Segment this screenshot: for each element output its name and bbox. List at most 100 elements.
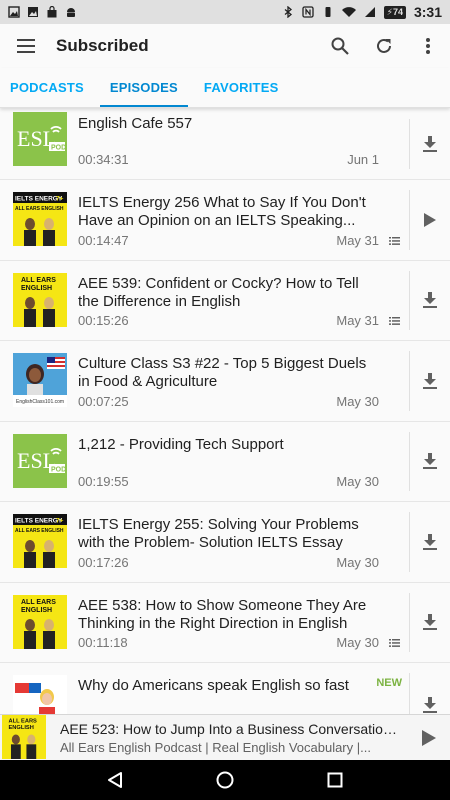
svg-text:ALL EARS ENGLISH: ALL EARS ENGLISH [15,528,64,534]
play-button[interactable] [418,208,442,232]
download-button[interactable] [418,132,442,156]
list-item[interactable]: IELTS ENERGY 7+ ALL EARS ENGLISH IELTS Ene… [0,502,450,583]
download-icon [423,614,437,631]
download-icon [423,697,437,713]
podcast-artwork [13,675,67,714]
episode-date: May 30 [336,393,379,409]
svg-text:ALL EARS ENGLISH: ALL EARS ENGLISH [15,206,64,212]
back-icon [108,772,122,788]
playlist-icon [389,317,400,325]
image-icon [8,6,20,18]
episode-duration: 00:34:31 [78,152,129,167]
divider [409,512,410,572]
tab-podcasts[interactable]: PODCASTS [0,68,94,107]
svg-text:7+: 7+ [56,518,64,525]
battery-level: 74 [392,7,403,17]
svg-text:ALL EARS: ALL EARS [21,599,56,606]
list-item[interactable]: ALL EARS ENGLISH AEE 539: Confident or Co… [0,261,450,341]
podcast-artwork: ALL EARS ENGLISH [13,594,67,649]
back-button[interactable] [95,760,135,800]
divider [409,431,410,491]
recents-button[interactable] [315,760,355,800]
episode-duration: 00:19:55 [78,474,129,489]
download-icon [423,136,437,152]
podcast-artwork: IELTS ENERGY 7+ ALL EARS ENGLISH [13,514,67,568]
tab-bar: PODCASTS EPISODES FAVORITES [0,68,450,108]
home-button[interactable] [205,760,245,800]
search-button[interactable] [328,34,352,58]
podcast-artwork: ALL EARS ENGLISH [13,272,67,327]
playlist-icon [389,236,400,245]
svg-text:ENGLISH: ENGLISH [9,725,34,731]
episode-date: May 30 [336,635,379,650]
episode-duration: 00:07:25 [78,393,129,409]
tab-favorites[interactable]: FAVORITES [194,68,289,107]
divider [409,270,410,330]
download-button[interactable] [418,610,442,634]
episode-date: May 31 [336,232,379,248]
list-item[interactable]: ESL POD English Cafe 557 00:34:31 Jun 1 [0,109,450,180]
podcast-artwork: IELTS ENERGY 7+ ALL EARS ENGLISH [13,192,67,246]
episode-title: Culture Class S3 #22 - Top 5 Biggest Due… [78,355,367,390]
more-vert-icon [426,38,430,54]
nfc-icon [301,6,314,18]
now-playing-artwork: ALL EARS ENGLISH [2,715,46,759]
search-icon [331,37,349,55]
now-playing-title: AEE 523: How to Jump Into a Business Con… [60,721,400,737]
refresh-icon [377,38,391,53]
list-item[interactable]: EnglishClass101.com Culture Class S3 #22… [0,341,450,422]
wifi-icon [341,7,356,17]
play-icon [424,212,436,227]
shopping-bag-icon [47,6,57,18]
episode-title: English Cafe 557 [78,115,193,132]
podcast-artwork: ESL POD [13,433,67,488]
refresh-button[interactable] [372,34,396,58]
app-bar: Subscribed [0,24,450,68]
new-badge: NEW [376,677,402,689]
list-item[interactable]: ALL EARS ENGLISH AEE 538: How to Show Som… [0,583,450,663]
divider [409,673,410,714]
svg-text:EnglishClass101.com: EnglishClass101.com [16,399,64,405]
episode-date: May 30 [336,474,379,489]
episode-duration: 00:17:26 [78,554,129,570]
page-title: Subscribed [56,36,149,55]
episode-title: IELTS Energy 255: Solving Your Problems … [78,516,359,551]
system-navigation-bar [0,760,450,800]
image-icon [28,7,38,17]
episode-title: AEE 539: Confident or Cocky? How to Tell… [78,274,359,310]
episode-date: Jun 1 [347,152,379,167]
list-item[interactable]: Why do Americans speak English so fast N… [0,663,450,714]
episode-duration: 00:15:26 [78,313,129,328]
menu-button[interactable] [14,34,38,58]
more-options-button[interactable] [416,34,440,58]
divider [409,592,410,652]
download-button[interactable] [418,693,442,714]
android-icon [67,8,75,17]
episode-title: 1,212 - Providing Tech Support [78,435,284,453]
download-icon [423,533,437,550]
episode-duration: 00:11:18 [78,635,128,650]
playlist-icon [389,639,400,647]
episode-title: AEE 538: How to Show Someone They Are Th… [78,596,367,632]
battery-indicator: ⚡ 74 [383,5,406,19]
download-button[interactable] [418,369,442,393]
now-playing-podcast: All Ears English Podcast | Real English … [60,740,371,755]
episode-duration: 00:14:47 [78,232,129,248]
episode-title: IELTS Energy 256 What to Say If You Don'… [78,194,366,229]
divider [409,351,410,411]
clock: 3:31 [413,4,442,20]
list-item[interactable]: ESL POD 1,212 - Providing Tech Support 00… [0,422,450,502]
player-play-button[interactable] [416,725,442,751]
tab-episodes[interactable]: EPISODES [99,68,189,107]
download-button[interactable] [418,530,442,554]
notification-icons [8,6,77,18]
mini-player[interactable]: ALL EARS ENGLISH AEE 523: How to Jump Int… [0,714,450,760]
download-button[interactable] [418,288,442,312]
signal-icon [364,7,375,17]
list-item[interactable]: IELTS ENERGY 7+ ALL EARS ENGLISH IELTS Ene… [0,180,450,261]
download-button[interactable] [418,449,442,473]
bluetooth-icon [284,6,292,18]
episode-title: Why do Americans speak English so fast [78,677,349,694]
home-icon [216,771,234,789]
status-bar: ⚡ 74 3:31 [0,0,450,24]
